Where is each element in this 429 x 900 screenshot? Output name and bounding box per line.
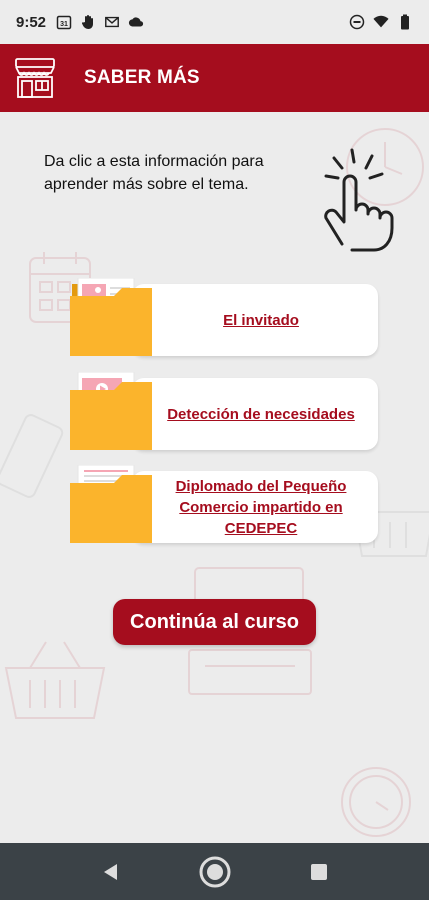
recents-icon [310, 863, 327, 880]
status-notifications: 31 [56, 14, 144, 30]
card-panel: Detección de necesidades [132, 378, 378, 450]
gmail-icon [104, 14, 120, 30]
list-item-deteccion[interactable]: Detección de necesidades [70, 372, 378, 450]
store-icon [12, 55, 58, 101]
intro-text: Da clic a esta información para aprender… [44, 153, 264, 193]
system-nav-bar [0, 843, 429, 900]
back-icon [103, 863, 117, 880]
calendar-day: 31 [60, 21, 68, 28]
list-item-diplomado[interactable]: Diplomado del Pequeño Comercio impartido… [70, 465, 378, 543]
list-item-el-invitado[interactable]: El invitado [70, 278, 378, 356]
back-button[interactable] [94, 855, 128, 889]
status-system [349, 14, 413, 30]
phone-decoration-icon [0, 414, 64, 498]
image-folder-icon [70, 278, 152, 356]
status-bar: 9:52 31 [0, 0, 429, 44]
do-not-disturb-icon [349, 14, 365, 30]
card-panel: El invitado [132, 284, 378, 356]
page-title: SABER MÁS [84, 67, 200, 88]
card-panel: Diplomado del Pequeño Comercio impartido… [132, 471, 378, 543]
tap-hand-icon [324, 148, 394, 252]
battery-icon [397, 14, 413, 30]
basket-decoration-icon [4, 641, 106, 719]
cloud-icon [128, 14, 144, 30]
clock-bottom-decoration-icon [341, 767, 411, 837]
app-header: SABER MÁS [0, 44, 429, 112]
item-link[interactable]: El invitado [223, 310, 299, 331]
status-time: 9:52 [16, 13, 47, 31]
item-link[interactable]: Detección de necesidades [167, 404, 355, 425]
hand-icon [80, 14, 96, 30]
continue-course-button[interactable]: Continúa al curso [113, 599, 316, 645]
content-area: Da clic a esta información para aprender… [0, 112, 429, 843]
wifi-icon [373, 14, 389, 30]
video-folder-icon [70, 372, 152, 450]
calendar-icon: 31 [56, 14, 72, 30]
recents-button[interactable] [302, 855, 336, 889]
document-folder-icon [70, 465, 152, 543]
home-button[interactable] [198, 855, 232, 889]
item-link[interactable]: Diplomado del Pequeño Comercio impartido… [156, 476, 366, 539]
home-icon [199, 856, 230, 887]
